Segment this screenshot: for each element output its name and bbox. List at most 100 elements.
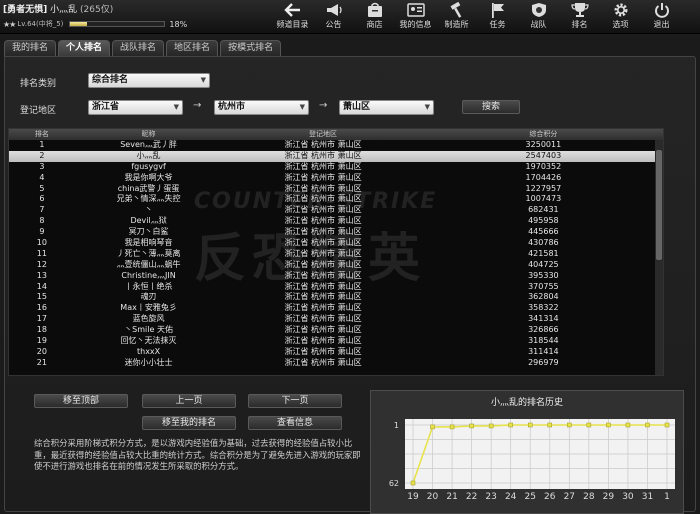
- region-label: 登记地区: [20, 106, 57, 116]
- table-row[interactable]: 16 Max丨安雅兔彡 浙江省 杭州市 萧山区 358322: [9, 303, 663, 314]
- table-row[interactable]: 14 丨永恒丨绝杀 浙江省 杭州市 萧山区 370755: [9, 282, 663, 293]
- region-cell: 浙江省 杭州市 萧山区: [284, 183, 362, 193]
- back-arrow-icon: [283, 2, 302, 18]
- region-cell: 浙江省 杭州市 萧山区: [284, 357, 362, 367]
- score-cell: 296979: [528, 357, 559, 367]
- my-rank-button[interactable]: 移至我的排名: [142, 416, 236, 430]
- chart-point: [410, 480, 416, 486]
- table-row[interactable]: 3 fgusygvf 浙江省 杭州市 萧山区 1970352: [9, 162, 663, 173]
- table-row[interactable]: 13 Christine灬JIN 浙江省 杭州市 萧山区 395330: [9, 271, 663, 282]
- table-row[interactable]: 1 Seven灬武丿胖 浙江省 杭州市 萧山区 3250011: [9, 140, 663, 151]
- rank-stars-icon: ★★: [3, 19, 16, 29]
- tab-0[interactable]: 我的排名: [4, 40, 57, 56]
- nav-button-9[interactable]: 退出: [641, 0, 682, 34]
- nav-button-label: 排名: [571, 20, 588, 29]
- name-cell: 冥刀丶白鲨: [128, 227, 169, 237]
- tab-2[interactable]: 战队排名: [112, 40, 165, 56]
- table-row[interactable]: 20 thxxX 浙江省 杭州市 萧山区 311414: [9, 347, 663, 358]
- chart-point: [449, 424, 455, 430]
- name-cell: 我是相响琴音: [124, 238, 173, 248]
- table-row[interactable]: 8 Devil灬狱 浙江省 杭州市 萧山区 495958: [9, 216, 663, 227]
- table-row[interactable]: 15 魂刃 浙江省 杭州市 萧山区 362804: [9, 292, 663, 303]
- player-level: Lv.64(中将_5): [17, 20, 64, 28]
- table-body: 1 Seven灬武丿胖 浙江省 杭州市 萧山区 3250011 2 小灬乱 浙江省 杭州市 …: [9, 140, 663, 369]
- table-row[interactable]: 17 蓝色旋风 浙江省 杭州市 萧山区 341314: [9, 314, 663, 325]
- chart-svg: 19 20 21 22 23 24 25 26 27 28 29 30 31 1 1 62: [389, 419, 675, 502]
- chart-y-tick-label: 1: [394, 421, 399, 430]
- region-cell: 浙江省 杭州市 萧山区: [284, 150, 362, 160]
- chevron-down-icon: ▼: [173, 103, 179, 111]
- table-row[interactable]: 2 小灬乱 浙江省 杭州市 萧山区 2547403: [9, 150, 663, 162]
- table-row[interactable]: 4 我是你啊大爷 浙江省 杭州市 萧山区 1704426: [9, 173, 663, 184]
- chart-point: [606, 422, 611, 428]
- chart-point: [645, 422, 650, 428]
- chart-x-tick-label: 24: [505, 492, 517, 502]
- scrollbar-thumb[interactable]: [656, 150, 662, 260]
- region-cell: 浙江省 杭州市 萧山区: [284, 346, 362, 356]
- rank-type-select[interactable]: 综合排名 ▼: [88, 73, 210, 88]
- table-row[interactable]: 18 丶Smile 天佑 浙江省 杭州市 萧山区 326866: [9, 325, 663, 336]
- region-cell: 浙江省 杭州市 萧山区: [284, 292, 362, 302]
- name-cell: fgusygvf: [131, 161, 166, 171]
- nav-button-0[interactable]: 频道目录: [272, 0, 313, 34]
- search-button[interactable]: 搜索: [462, 100, 520, 114]
- rank-cell: 8: [39, 216, 45, 226]
- score-cell: 370755: [528, 281, 559, 291]
- chart-x-tick-label: 1: [664, 492, 670, 502]
- nav-button-2[interactable]: 商店: [354, 0, 395, 34]
- table-scrollbar[interactable]: [655, 140, 663, 375]
- district-select[interactable]: 萧山区 ▼: [339, 100, 434, 115]
- table-row[interactable]: 7 丶 浙江省 杭州市 萧山区 682431: [9, 205, 663, 216]
- megaphone-icon: [325, 2, 343, 18]
- chart-point: [586, 422, 592, 428]
- nav-button-8[interactable]: 选项: [600, 0, 641, 34]
- chart-point: [625, 422, 631, 428]
- nav-button-5[interactable]: 任务: [477, 0, 518, 34]
- table-row[interactable]: 5 china武警丿蛋蛋 浙江省 杭州市 萧山区 1227957: [9, 184, 663, 195]
- table-row[interactable]: 9 冥刀丶白鲨 浙江省 杭州市 萧山区 445666: [9, 227, 663, 238]
- table-row[interactable]: 19 回忆丶无法抹灭 浙江省 杭州市 萧山区 318544: [9, 336, 663, 347]
- name-cell: china武警丿蛋蛋: [117, 183, 180, 193]
- region-cell: 浙江省 杭州市 萧山区: [284, 238, 362, 248]
- rank-cell: 6: [39, 194, 45, 204]
- ranking-table: 排名 昵称 登记地区 综合积分 1 Seven灬武丿胖 浙江省 杭州市 萧山区 325…: [8, 128, 664, 376]
- score-cell: 362804: [528, 292, 559, 302]
- nav-button-6[interactable]: 战队: [518, 0, 559, 34]
- prev-page-button[interactable]: 上一页: [142, 394, 236, 408]
- table-row[interactable]: 11 丿死亡丶薄灬莫离 浙江省 杭州市 萧山区 421581: [9, 249, 663, 260]
- name-cell: 丶: [144, 205, 153, 215]
- name-cell: 丿死亡丶薄灬莫离: [116, 248, 181, 258]
- table-row[interactable]: 10 我是相响琴音 浙江省 杭州市 萧山区 430786: [9, 238, 663, 249]
- top-nav: 频道目录 公告 商店 我的信息 制造所 任务 战队 排名 选项 退出: [272, 0, 682, 34]
- table-row[interactable]: 6 兄弟丶情深灬失控 浙江省 杭州市 萧山区 1007473: [9, 194, 663, 205]
- city-select[interactable]: 杭州市 ▼: [214, 100, 309, 115]
- shop-icon: [366, 2, 384, 18]
- col-region-header: 登记地区: [309, 130, 338, 138]
- rank-type-label: 排名类别: [20, 79, 57, 89]
- tab-4[interactable]: 按模式排名: [220, 40, 282, 56]
- nav-button-4[interactable]: 制造所: [436, 0, 477, 34]
- table-row[interactable]: 12 灬壹统僵山灬蜗牛 浙江省 杭州市 萧山区 404725: [9, 260, 663, 271]
- chevron-down-icon: ▼: [424, 103, 430, 111]
- view-info-button[interactable]: 查看信息: [248, 416, 342, 430]
- table-row[interactable]: 21 迷你小小壮士 浙江省 杭州市 萧山区 296979: [9, 358, 663, 369]
- score-cell: 430786: [528, 238, 559, 248]
- exp-bar-fill: [70, 22, 88, 26]
- name-cell: thxxX: [136, 346, 161, 356]
- province-value: 浙江省: [92, 102, 120, 112]
- nav-button-7[interactable]: 排名: [559, 0, 600, 34]
- tab-1[interactable]: 个人排名: [58, 40, 111, 56]
- nav-button-1[interactable]: 公告: [313, 0, 354, 34]
- score-cell: 1227957: [525, 183, 562, 193]
- nav-button-3[interactable]: 我的信息: [395, 0, 436, 34]
- rank-cell: 2: [39, 150, 45, 160]
- chevron-down-icon: ▼: [200, 76, 206, 84]
- rank-cell: 1: [39, 140, 45, 149]
- province-select[interactable]: 浙江省 ▼: [88, 100, 183, 115]
- next-page-button[interactable]: 下一页: [248, 394, 342, 408]
- tab-3[interactable]: 地区排名: [166, 40, 219, 56]
- name-cell: Devil灬狱: [130, 216, 167, 226]
- name-cell: Christine灬JIN: [121, 270, 176, 280]
- chart-x-tick-label: 25: [525, 492, 536, 502]
- move-top-button[interactable]: 移至顶部: [34, 394, 128, 408]
